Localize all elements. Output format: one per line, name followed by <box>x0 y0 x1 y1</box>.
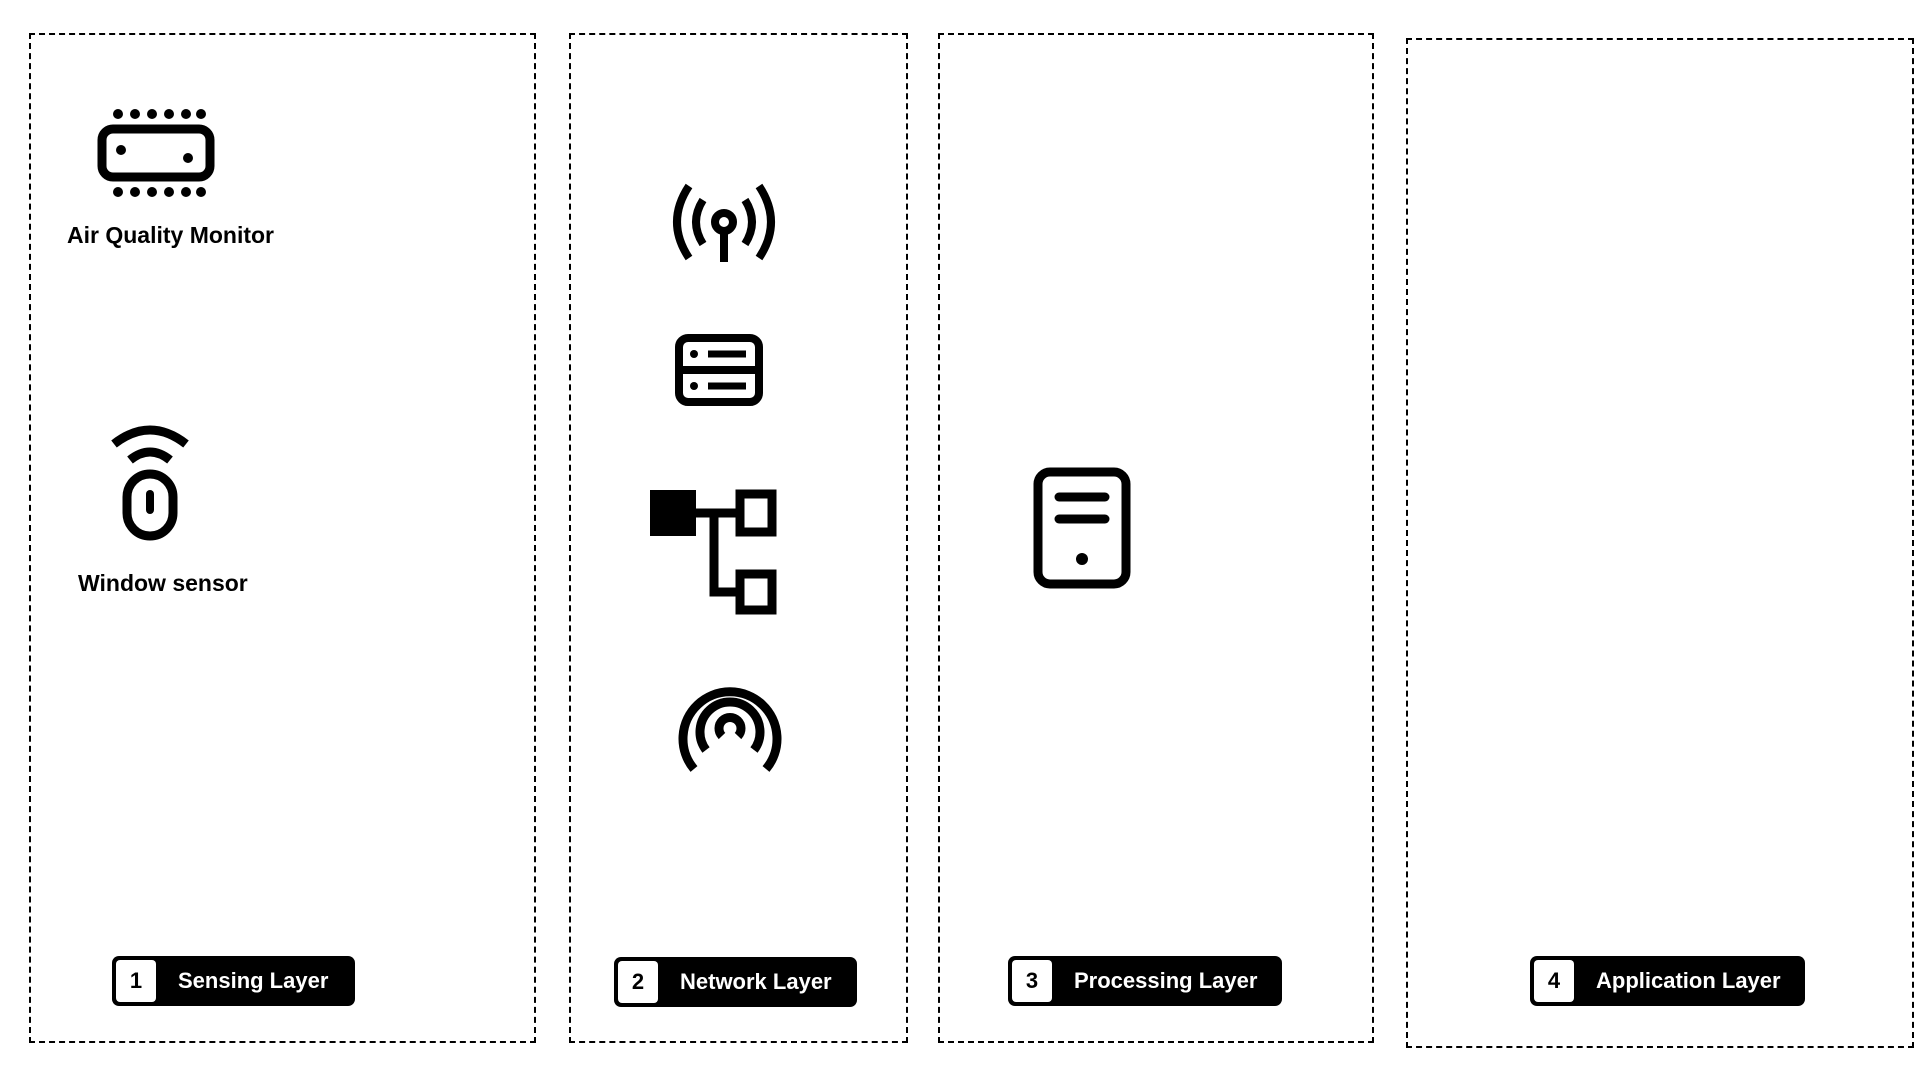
application-layer-panel <box>1406 38 1914 1048</box>
server-tower-icon <box>1032 466 1132 590</box>
air-quality-monitor-icon <box>97 108 215 200</box>
layer-title: Sensing Layer <box>178 968 329 993</box>
network-hierarchy-icon <box>650 489 778 618</box>
airdrop-signal-icon <box>676 678 784 774</box>
network-layer-badge: 2 Network Layer <box>614 957 857 1007</box>
sensing-layer-badge: 1 Sensing Layer <box>112 956 355 1006</box>
layer-number: 2 <box>618 961 658 1003</box>
layer-number: 1 <box>116 960 156 1002</box>
processing-layer-badge: 3 Processing Layer <box>1008 956 1282 1006</box>
processing-layer-panel <box>938 33 1374 1043</box>
server-rack-icon <box>674 333 764 407</box>
layer-title: Network Layer <box>680 969 832 994</box>
application-layer-badge: 4 Application Layer <box>1530 956 1805 1006</box>
air-quality-monitor-label: Air Quality Monitor <box>67 222 274 248</box>
layer-number: 3 <box>1012 960 1052 1002</box>
layer-number: 4 <box>1534 960 1574 1002</box>
radio-tower-icon <box>669 182 779 262</box>
window-sensor-icon <box>111 422 189 541</box>
window-sensor-label: Window sensor <box>78 570 248 596</box>
layer-title: Application Layer <box>1596 968 1781 993</box>
layer-title: Processing Layer <box>1074 968 1258 993</box>
